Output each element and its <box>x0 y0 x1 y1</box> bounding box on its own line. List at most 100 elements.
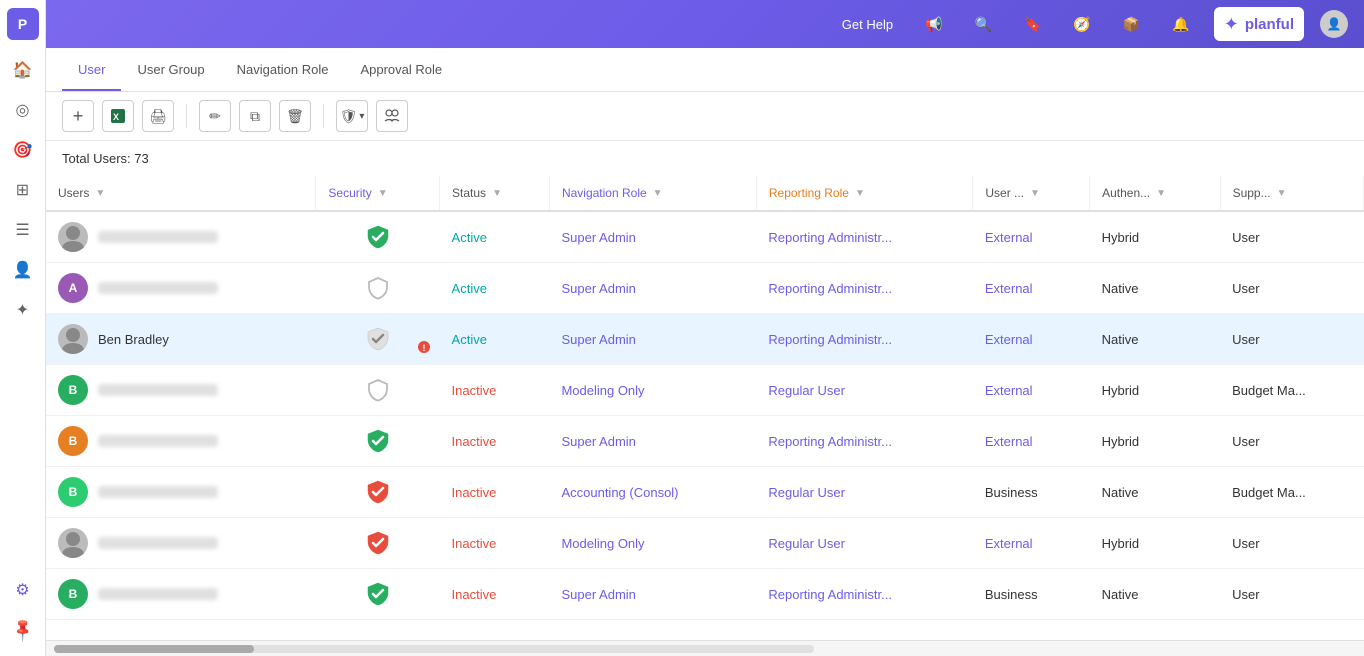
cell-reporting-role[interactable]: Regular User <box>756 518 972 569</box>
svg-text:X: X <box>113 112 119 122</box>
cell-user: B <box>46 569 316 620</box>
sidebar-item-pin[interactable]: 📌 <box>5 612 41 648</box>
user-avatar: B <box>58 375 88 405</box>
edit-button[interactable]: ✏ <box>199 100 231 132</box>
cell-reporting-role[interactable]: Reporting Administr... <box>756 211 972 263</box>
user-avatar: B <box>58 477 88 507</box>
cube-button[interactable]: 📦 <box>1115 12 1148 37</box>
users-config-button[interactable] <box>376 100 408 132</box>
user-name-blurred <box>98 435 218 447</box>
announcement-button[interactable]: 📢 <box>917 12 950 37</box>
app-logo: P <box>7 8 39 40</box>
sidebar-item-target[interactable]: 🎯 <box>5 132 41 168</box>
filter-icon-reporting-role[interactable]: ▼ <box>855 188 865 199</box>
user-avatar-header[interactable]: 👤 <box>1320 10 1348 38</box>
cell-reporting-role[interactable]: Regular User <box>756 365 972 416</box>
filter-icon-support[interactable]: ▼ <box>1277 188 1287 199</box>
sidebar-item-home[interactable]: 🏠 <box>5 52 41 88</box>
cell-reporting-role[interactable]: Regular User <box>756 467 972 518</box>
security-shield-check <box>328 429 428 453</box>
copy-button[interactable]: ⧉ <box>239 100 271 132</box>
get-help-button[interactable]: Get Help <box>834 13 901 36</box>
cell-reporting-role[interactable]: Reporting Administr... <box>756 416 972 467</box>
cell-support: Budget Ma... <box>1220 365 1363 416</box>
cell-nav-role[interactable]: Super Admin <box>549 263 756 314</box>
user-avatar <box>58 324 88 354</box>
cell-nav-role[interactable]: Super Admin <box>549 416 756 467</box>
cell-reporting-role[interactable]: Reporting Administr... <box>756 263 972 314</box>
filter-icon-nav-role[interactable]: ▼ <box>653 188 663 199</box>
cell-nav-role[interactable]: Super Admin <box>549 211 756 263</box>
cell-security <box>316 263 440 314</box>
cell-status: Inactive <box>440 416 550 467</box>
horizontal-scrollbar-thumb[interactable] <box>54 645 254 653</box>
cell-user-type: External <box>973 416 1090 467</box>
col-support: Supp... ▼ <box>1220 176 1363 211</box>
cell-user <box>46 211 316 263</box>
print-button[interactable]: 🖨 <box>142 100 174 132</box>
bookmark-button[interactable]: 🔖 <box>1016 12 1049 37</box>
tab-user-group[interactable]: User Group <box>121 50 220 91</box>
sidebar-item-star[interactable]: ✦ <box>5 292 41 328</box>
table-row[interactable]: B Inactive Accounting (Consol) Regular U… <box>46 467 1364 518</box>
bottom-scroll-area[interactable] <box>46 640 1364 656</box>
filter-icon-security[interactable]: ▼ <box>378 188 388 199</box>
toolbar-divider-2 <box>323 104 324 128</box>
cell-user <box>46 518 316 569</box>
filter-icon-user-type[interactable]: ▼ <box>1030 188 1040 199</box>
tab-approval-role[interactable]: Approval Role <box>344 50 458 91</box>
cell-status: Inactive <box>440 365 550 416</box>
filter-icon-auth[interactable]: ▼ <box>1156 188 1166 199</box>
cell-nav-role[interactable]: Super Admin <box>549 314 756 365</box>
cell-auth: Hybrid <box>1090 416 1220 467</box>
security-shield-check <box>328 225 428 249</box>
sidebar-item-list[interactable]: ☰ <box>5 212 41 248</box>
table-row[interactable]: B Inactive Super Admin Reporting Adminis… <box>46 416 1364 467</box>
sidebar-bottom: ⚙ 📌 <box>5 572 41 656</box>
col-security: Security ▼ <box>316 176 440 211</box>
cell-reporting-role[interactable]: Reporting Administr... <box>756 569 972 620</box>
cell-nav-role[interactable]: Modeling Only <box>549 365 756 416</box>
table-row[interactable]: B Inactive Modeling Only Regular User Ex… <box>46 365 1364 416</box>
table-row[interactable]: Active Super Admin Reporting Administr..… <box>46 211 1364 263</box>
col-auth: Authen... ▼ <box>1090 176 1220 211</box>
filter-icon-users[interactable]: ▼ <box>95 188 105 199</box>
sidebar-item-circle[interactable]: ◎ <box>5 92 41 128</box>
table-row[interactable]: B Inactive Super Admin Reporting Adminis… <box>46 569 1364 620</box>
cell-reporting-role[interactable]: Reporting Administr... <box>756 314 972 365</box>
security-shield-outline <box>328 276 428 300</box>
cell-nav-role[interactable]: Modeling Only <box>549 518 756 569</box>
bell-button[interactable]: 🔔 <box>1164 12 1197 37</box>
users-table: Users ▼ Security ▼ Statu <box>46 176 1364 620</box>
planful-logo: ✦ planful <box>1214 7 1304 41</box>
cell-auth: Native <box>1090 467 1220 518</box>
table-row[interactable]: Inactive Modeling Only Regular User Exte… <box>46 518 1364 569</box>
sidebar-item-settings[interactable]: ⚙ <box>5 572 41 608</box>
security-shield-pending: ! <box>328 327 428 351</box>
sidebar-item-grid[interactable]: ⊞ <box>5 172 41 208</box>
add-button[interactable]: + <box>62 100 94 132</box>
tabs-bar: User User Group Navigation Role Approval… <box>46 48 1364 92</box>
compass-button[interactable]: 🧭 <box>1065 12 1098 37</box>
search-button[interactable]: 🔍 <box>967 12 1000 37</box>
cell-status: Active <box>440 314 550 365</box>
table-body: Active Super Admin Reporting Administr..… <box>46 211 1364 620</box>
excel-button[interactable]: X <box>102 100 134 132</box>
table-row[interactable]: Ben Bradley ! Active Super Admin Reporti… <box>46 314 1364 365</box>
filter-icon-status[interactable]: ▼ <box>492 188 502 199</box>
table-container[interactable]: Users ▼ Security ▼ Statu <box>46 176 1364 640</box>
user-name-blurred <box>98 384 218 396</box>
cell-nav-role[interactable]: Super Admin <box>549 569 756 620</box>
cell-user-type: External <box>973 314 1090 365</box>
tab-user[interactable]: User <box>62 50 121 91</box>
cell-security: ! <box>316 314 440 365</box>
shield-button[interactable]: 🛡 ▾ <box>336 100 368 132</box>
tab-navigation-role[interactable]: Navigation Role <box>221 50 345 91</box>
horizontal-scrollbar-track[interactable] <box>54 645 814 653</box>
cell-nav-role[interactable]: Accounting (Consol) <box>549 467 756 518</box>
sidebar-item-user[interactable]: 👤 <box>5 252 41 288</box>
users-config-icon <box>384 108 400 124</box>
table-row[interactable]: A Active Super Admin Reporting Administr… <box>46 263 1364 314</box>
delete-button[interactable]: 🗑 <box>279 100 311 132</box>
cell-status: Inactive <box>440 518 550 569</box>
